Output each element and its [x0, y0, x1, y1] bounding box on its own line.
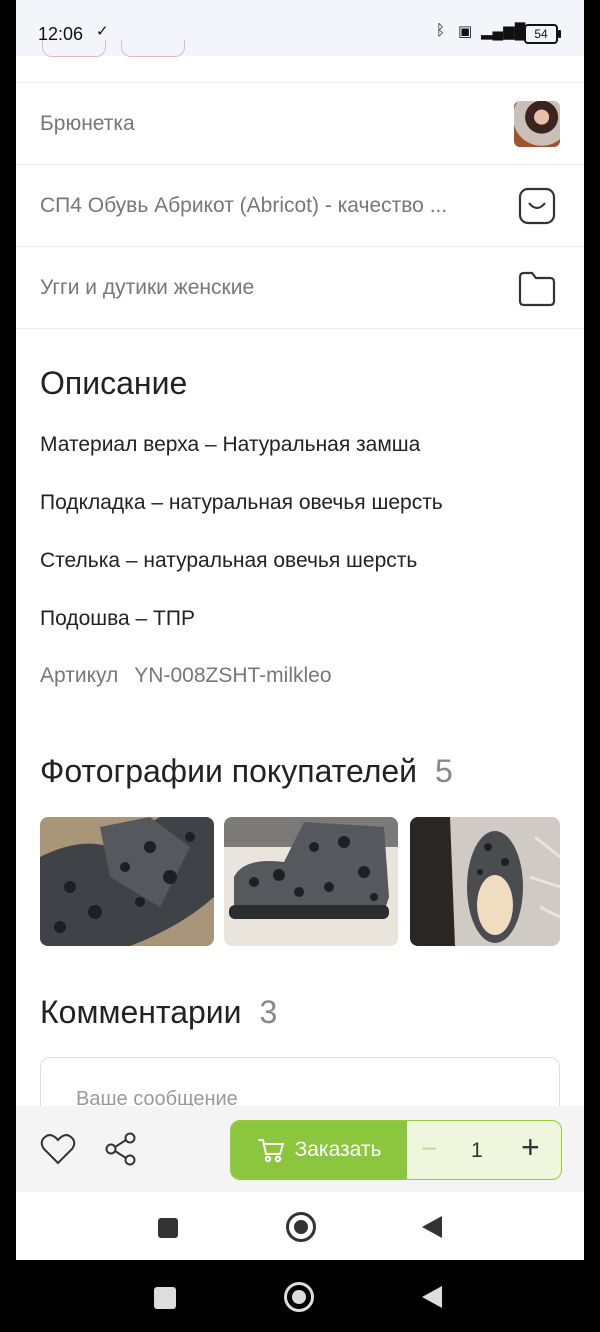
folder-icon [518, 271, 556, 307]
back-icon[interactable] [420, 1214, 444, 1240]
row-category[interactable]: Угги и дутики женские [16, 246, 584, 329]
row-seller-label: Брюнетка [40, 112, 135, 135]
bottom-action-bar: Заказать − 1 + [16, 1106, 584, 1192]
battery-icon: 54 [524, 24, 561, 44]
cart-icon [257, 1139, 284, 1163]
app-nav-bar [16, 1192, 584, 1260]
sku: Артикул YN-008ZSHT-milkleo [40, 664, 332, 688]
notification-icon: ✓ [96, 23, 109, 40]
comments-count: 3 [259, 994, 278, 1030]
quantity-value: 1 [471, 1139, 483, 1162]
signal-icon: ▂▄▆█ [481, 23, 526, 40]
home-icon[interactable] [284, 1282, 314, 1312]
divider [16, 328, 584, 329]
row-purchase-label: СП4 Обувь Абрикот (Abricot) - качество .… [40, 194, 448, 217]
order-button-label: Заказать [294, 1138, 382, 1161]
description-line: Материал верха – Натуральная замша [40, 433, 421, 456]
system-nav-bar [0, 1260, 600, 1332]
volte-icon: ▣ [458, 23, 473, 40]
description-line: Подкладка – натуральная овечья шерсть [40, 491, 443, 514]
customer-photo[interactable] [224, 817, 398, 946]
back-icon[interactable] [420, 1284, 444, 1310]
increase-button[interactable]: + [521, 1129, 540, 1166]
description-line: Подошва – ТПР [40, 607, 195, 630]
row-purchase[interactable]: СП4 Обувь Абрикот (Abricot) - качество .… [16, 164, 584, 247]
photos-title: Фотографии покупателей 5 [40, 753, 453, 790]
bluetooth-icon: ᛒ [436, 22, 446, 39]
phone-screen: 12:06 ✓ ᛒ ▣ ▂▄▆█ 54 Брюнетка СП4 Обувь А… [16, 0, 584, 1260]
sku-value: YN-008ZSHT-milkleo [134, 664, 332, 687]
comments-title: Комментарии 3 [40, 994, 277, 1031]
share-icon[interactable] [104, 1132, 138, 1166]
description-title: Описание [40, 365, 188, 401]
recents-icon[interactable] [154, 1287, 176, 1309]
home-icon[interactable] [286, 1212, 316, 1242]
shopping-bag-icon [518, 187, 556, 225]
battery-level: 54 [534, 27, 548, 41]
photos-count: 5 [435, 753, 453, 789]
avatar [514, 101, 560, 147]
description-line: Стелька – натуральная овечья шерсть [40, 549, 418, 572]
tag-chip[interactable] [42, 40, 106, 57]
heart-icon[interactable] [40, 1132, 76, 1166]
row-seller[interactable]: Брюнетка [16, 82, 584, 165]
tag-chip[interactable] [121, 40, 185, 57]
comments-title-text: Комментарии [40, 994, 242, 1030]
recents-icon[interactable] [158, 1218, 178, 1238]
photos-title-text: Фотографии покупателей [40, 753, 418, 789]
order-control: Заказать − 1 + [230, 1120, 562, 1180]
sku-label: Артикул [40, 664, 119, 687]
customer-photo[interactable] [410, 817, 560, 946]
row-category-label: Угги и дутики женские [40, 276, 255, 299]
customer-photo[interactable] [40, 817, 214, 946]
decrease-button[interactable]: − [421, 1133, 437, 1165]
order-button[interactable]: Заказать [231, 1121, 407, 1179]
